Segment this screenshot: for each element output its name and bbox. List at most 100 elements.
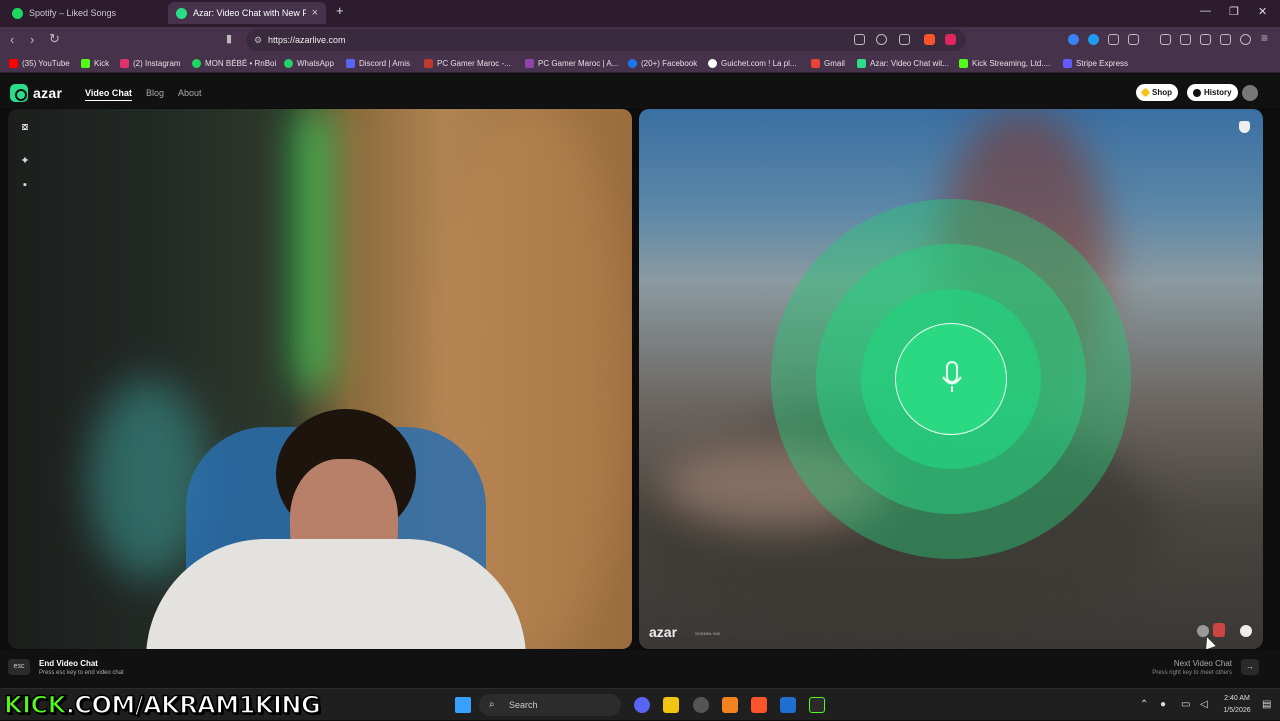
bookmark-gmail[interactable]: Gmail <box>811 56 845 70</box>
music-icon[interactable] <box>1160 34 1171 45</box>
share-icon[interactable] <box>899 34 910 45</box>
bookmark-label: PC Gamer Maroc -... <box>437 58 511 68</box>
kick-taskbar-icon[interactable] <box>809 697 825 713</box>
spotify-icon <box>192 58 201 68</box>
taskbar-search[interactable]: ⌕ Search <box>479 694 621 716</box>
next-chat-hint: Press right key to meet others <box>1152 670 1232 676</box>
taskbar-clock[interactable]: 2:40 AM 1/5/2026 <box>1218 693 1256 717</box>
minimize-icon[interactable]: — <box>1200 5 1211 17</box>
profile-avatar[interactable] <box>1242 85 1258 101</box>
vpn-icon[interactable] <box>1240 34 1251 45</box>
bookmark-label: (20+) Facebook <box>641 58 698 68</box>
bookmark-facebook[interactable]: (20+) Facebook <box>628 56 697 70</box>
bookmark-guichet[interactable]: Guichet.com ! La pl... <box>708 56 797 70</box>
discord-icon <box>346 58 355 68</box>
windows-taskbar: KICK.COM/AKRAM1KING ⌕ Search ⌃ ● ▭ ◁ 2:4… <box>0 688 1280 720</box>
end-chat-hint: Press esc key to end video chat <box>39 670 124 676</box>
azar-logo-icon <box>10 84 28 102</box>
spotify-icon <box>12 7 23 19</box>
microphone-tray-icon[interactable]: ● <box>1160 699 1166 710</box>
file-explorer-icon[interactable] <box>663 697 679 713</box>
brave-taskbar-icon[interactable] <box>751 697 767 713</box>
tab-spotify[interactable]: Spotify – Liked Songs <box>4 2 169 24</box>
bookmark-discord[interactable]: Discord | Amis <box>346 56 410 70</box>
maximize-icon[interactable]: ❐ <box>1229 5 1239 18</box>
search-placeholder: Search <box>509 700 538 710</box>
brave-rewards-icon[interactable] <box>945 34 956 45</box>
reader-icon[interactable] <box>1180 34 1191 45</box>
chat-bubble-icon[interactable] <box>1240 625 1252 637</box>
menu-icon[interactable]: ≡ <box>1261 31 1268 45</box>
extension-icon[interactable] <box>1068 34 1079 45</box>
history-button[interactable]: History <box>1187 84 1238 101</box>
banner-url: .COM/AKRAM1KING <box>65 690 321 720</box>
shop-label: Shop <box>1152 88 1172 97</box>
facebook-icon <box>628 58 637 68</box>
next-video-chat-button[interactable]: Next Video Chat <box>1110 659 1232 668</box>
close-window-icon[interactable]: ✕ <box>1258 5 1267 18</box>
right-arrow-key-hint: → <box>1241 659 1259 675</box>
site-info-icon[interactable]: ⚙ <box>254 29 262 51</box>
extension-icon[interactable] <box>1088 34 1099 45</box>
azar-logo[interactable]: azar <box>10 84 62 102</box>
app-icon[interactable] <box>722 697 738 713</box>
filter-icon[interactable]: ▪ <box>18 178 32 192</box>
back-icon[interactable]: ‹ <box>10 32 14 47</box>
bookmark-label: Kick Streaming, Ltd.... <box>972 58 1051 68</box>
report-shield-icon[interactable] <box>1239 121 1250 133</box>
bookmark-kick-streaming[interactable]: Kick Streaming, Ltd.... <box>959 56 1050 70</box>
clock-time: 2:40 AM <box>1224 695 1250 702</box>
microphone-button[interactable] <box>895 323 1007 435</box>
browser-tab-strip: Spotify – Liked Songs Azar: Video Chat w… <box>0 0 1280 27</box>
azar-watermark: azar <box>649 624 678 640</box>
close-tab-icon[interactable]: × <box>312 7 318 19</box>
nav-video-chat[interactable]: Video Chat <box>85 88 132 101</box>
discord-taskbar-icon[interactable] <box>634 697 650 713</box>
partner-avatar[interactable] <box>1197 625 1209 637</box>
camera-settings-icon[interactable]: ⧇ <box>18 120 32 134</box>
nav-about[interactable]: About <box>178 88 202 98</box>
end-video-chat-button[interactable]: End Video Chat <box>39 659 98 668</box>
reload-icon[interactable]: ↻ <box>49 31 60 47</box>
bookmark-pcgamer[interactable]: PC Gamer Maroc -... <box>424 56 511 70</box>
bookmark-pcgamer-2[interactable]: PC Gamer Maroc | A... <box>525 56 618 70</box>
bookmark-instagram[interactable]: (2) Instagram <box>120 56 181 70</box>
network-icon[interactable]: ▭ <box>1181 699 1190 710</box>
puzzle-icon[interactable] <box>1108 34 1119 45</box>
windows-start-icon[interactable] <box>455 697 471 713</box>
leo-icon[interactable] <box>1220 34 1231 45</box>
browser-toolbar: ‹ › ↻ ▮ ⚙ https://azarlive.com ≡ <box>0 27 1280 53</box>
forward-icon[interactable]: › <box>30 32 34 47</box>
azar-icon <box>176 7 187 19</box>
brave-shields-icon[interactable] <box>924 34 935 45</box>
bookmark-azar[interactable]: Azar: Video Chat wit... <box>857 56 949 70</box>
zoom-icon[interactable] <box>876 34 887 45</box>
obs-icon[interactable] <box>693 697 709 713</box>
sidebar-icon[interactable] <box>1128 34 1139 45</box>
instagram-icon <box>120 58 129 68</box>
tab-azar[interactable]: Azar: Video Chat with New People × <box>168 2 326 24</box>
bookmark-stripe[interactable]: Stripe Express <box>1063 56 1128 70</box>
tab-title: Spotify – Liked Songs <box>29 8 117 18</box>
bookmark-label: WhatsApp <box>297 58 334 68</box>
bookmark-whatsapp[interactable]: WhatsApp <box>284 56 334 70</box>
banner-prefix: KICK <box>3 690 67 720</box>
tray-overflow-icon[interactable]: ⌃ <box>1140 699 1148 710</box>
tab-title: Azar: Video Chat with New People <box>193 8 306 18</box>
bookmark-youtube[interactable]: (35) YouTube <box>9 56 70 70</box>
bookmark-label: (2) Instagram <box>133 58 181 68</box>
microphone-icon <box>942 361 962 392</box>
wallet-icon[interactable] <box>1200 34 1211 45</box>
volume-icon[interactable]: ◁ <box>1200 699 1208 710</box>
nav-blog[interactable]: Blog <box>146 88 164 98</box>
effects-icon[interactable]: ✦ <box>18 154 32 168</box>
bookmark-kick[interactable]: Kick <box>81 56 109 70</box>
bookmark-spotify[interactable]: MON BÉBÉ • RnBoi <box>192 56 276 70</box>
cast-icon[interactable] <box>854 34 865 45</box>
bookmarks-bar: (35) YouTube Kick (2) Instagram MON BÉBÉ… <box>0 53 1280 73</box>
new-tab-button[interactable]: + <box>336 3 344 18</box>
store-icon[interactable] <box>780 697 796 713</box>
notification-icon[interactable]: ▤ <box>1262 699 1271 710</box>
bookmark-icon[interactable]: ▮ <box>226 32 232 45</box>
shop-button[interactable]: Shop <box>1136 84 1178 101</box>
